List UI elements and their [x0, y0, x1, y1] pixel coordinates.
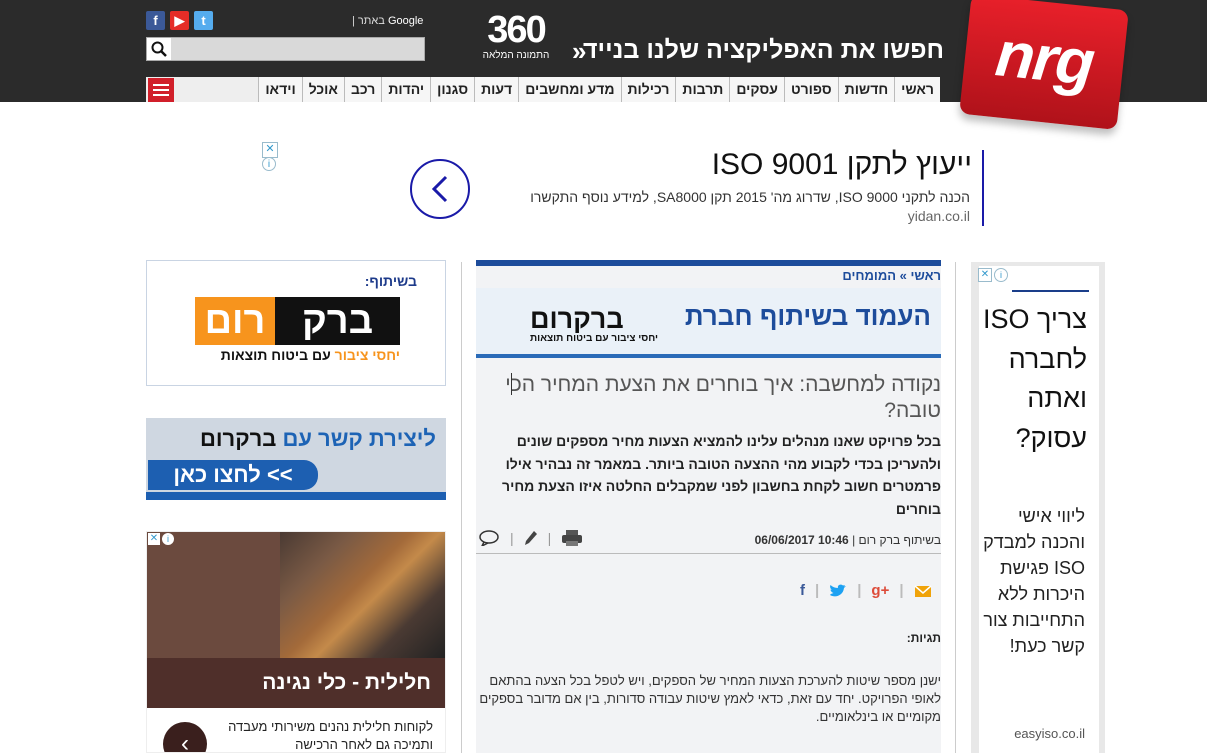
ad-divider: [982, 150, 984, 226]
logo-360-text: 360: [487, 9, 546, 51]
nav-item-video[interactable]: וידאו: [258, 77, 302, 102]
ad-close-icon[interactable]: ✕: [148, 533, 160, 545]
barkrom-tagline-orange: יחסי ציבור: [334, 347, 400, 363]
barkrom-tagline: יחסי ציבור עם ביטוח תוצאות: [195, 347, 400, 363]
contact-lead: ליצירת קשר עם: [282, 426, 436, 451]
article-date: 10:46 06/06/2017: [754, 533, 849, 547]
meta-separator: |: [848, 533, 859, 547]
ad-close-icon[interactable]: ✕: [262, 142, 278, 158]
youtube-icon[interactable]: ▶: [170, 11, 189, 30]
chevron-left-icon[interactable]: ‹: [163, 722, 207, 752]
article-summary: בכל פרויקט שאנו מנהלים עלינו להמציא הצעו…: [502, 433, 941, 517]
guitar-ad-text: לקוחות חלילית נהנים משירותי מעבדה ותמיכה…: [228, 719, 433, 752]
ad-color-block: [147, 532, 280, 658]
search-input[interactable]: [146, 37, 425, 61]
breadcrumb[interactable]: ראשי » המומחים: [476, 268, 941, 283]
ad-close-icon[interactable]: ✕: [978, 268, 992, 282]
nav-item-judaism[interactable]: יהדות: [381, 77, 431, 102]
barkrom-banner[interactable]: בשיתוף: רום ברק יחסי ציבור עם ביטוח תוצא…: [146, 260, 446, 386]
ad-info-icon[interactable]: i: [994, 268, 1008, 282]
main-nav: ראשי חדשות ספורט עסקים תרבות רכילות מדע …: [146, 77, 940, 102]
nav-item-science[interactable]: מדע ומחשבים: [518, 77, 621, 102]
ad-info-icon[interactable]: i: [162, 533, 174, 545]
nav-item-news[interactable]: חדשות: [837, 77, 895, 102]
facebook-share-icon[interactable]: f: [800, 582, 805, 599]
guitar-store-image: [280, 532, 445, 658]
collab-label: בשיתוף:: [364, 273, 417, 289]
barkrom-logo: רום ברק: [195, 297, 400, 345]
article-author: בשיתוף ברק רום: [858, 533, 941, 547]
column-divider: [461, 262, 462, 753]
contact-banner-strip: [146, 492, 446, 500]
google-label: Google: [387, 15, 424, 27]
text-cursor: [511, 373, 512, 395]
article-tools: | |: [478, 529, 583, 547]
email-share-icon[interactable]: [914, 584, 932, 598]
article-body: ישנן מספר שיטות להערכת הצעות המחיר של הס…: [479, 673, 941, 724]
nav-item-sport[interactable]: ספורט: [783, 77, 838, 102]
right-ad-url[interactable]: easyiso.co.il: [981, 726, 1085, 741]
ad-info-icon[interactable]: i: [262, 157, 276, 171]
right-ad-rule: [1012, 290, 1089, 292]
google-scope-label: | באתר: [352, 15, 385, 27]
barkrom-tagline-dark: עם ביטוח תוצאות: [220, 347, 335, 363]
ad-description: הכנה לתקני ISO 9000, שדרוג מה' 2015 תקן …: [530, 189, 970, 205]
barkrom-logo-orange: רום: [195, 297, 275, 345]
contact-button[interactable]: לחצו כאן <<: [148, 460, 318, 490]
pencil-icon[interactable]: [524, 530, 538, 546]
chevron-left-icon: [431, 175, 448, 203]
nrg-logo[interactable]: nrg: [959, 0, 1129, 130]
editorial-logo[interactable]: ברקרום: [530, 304, 624, 335]
print-icon[interactable]: [561, 529, 583, 547]
share-bar: f | | g+ |: [800, 582, 932, 599]
article-meta: בשיתוף ברק רום | 10:46 06/06/2017 | |: [476, 527, 941, 554]
hamburger-menu-icon[interactable]: [148, 78, 174, 102]
social-links: f ▶ t: [146, 11, 213, 31]
barkrom-logo-dark: ברק: [275, 297, 400, 345]
nav-item-style[interactable]: סגנון: [430, 77, 475, 102]
nrg-logo-text: nrg: [992, 17, 1097, 99]
facebook-icon[interactable]: f: [146, 11, 165, 30]
column-divider: [955, 262, 956, 753]
nav-item-food[interactable]: אוכל: [301, 77, 344, 102]
comment-icon[interactable]: [478, 530, 500, 546]
ad-title[interactable]: ייעוץ לתקן ISO 9001: [600, 148, 972, 182]
nav-item-culture[interactable]: תרבות: [675, 77, 730, 102]
logo-360[interactable]: 360 התמונה המלאה: [482, 10, 550, 72]
search-button[interactable]: [147, 38, 171, 60]
guitar-ad[interactable]: חלילית - כלי נגינה לקוחות חלילית נהנים מ…: [146, 531, 446, 753]
nav-item-opinions[interactable]: דעות: [474, 77, 519, 102]
nav-item-business[interactable]: עסקים: [729, 77, 784, 102]
app-promo[interactable]: חפשו את האפליקציה שלנו בנייד: [572, 36, 944, 70]
google-search-label: | באתר Google: [352, 15, 423, 27]
contact-text: ליצירת קשר עם ברקרום: [154, 426, 436, 452]
contact-brand: ברקרום: [200, 426, 277, 451]
logo-360-caption: התמונה המלאה: [482, 50, 550, 61]
ad-arrow-button[interactable]: [410, 159, 470, 219]
article-byline: בשיתוף ברק רום | 10:46 06/06/2017: [755, 533, 941, 547]
editorial-logo-sub: יחסי ציבור עם ביטוח תוצאות: [530, 333, 659, 344]
nav-item-cars[interactable]: רכב: [343, 77, 382, 102]
guitar-ad-title[interactable]: חלילית - כלי נגינה: [147, 658, 445, 708]
twitter-share-icon[interactable]: [829, 584, 847, 598]
search-icon: [151, 41, 167, 57]
right-ad-title[interactable]: צריך ISO לחברה ואתה עסוק?: [981, 300, 1087, 458]
tags-label: תגיות:: [906, 631, 941, 645]
nav-item-home[interactable]: ראשי: [894, 77, 940, 102]
twitter-icon[interactable]: t: [194, 11, 213, 30]
article-headline: נקודה למחשבה: איך בוחרים את הצעת המחיר ה…: [505, 373, 941, 422]
google-plus-share-icon[interactable]: g+: [871, 582, 889, 599]
contact-banner[interactable]: ליצירת קשר עם ברקרום לחצו כאן <<: [146, 418, 446, 500]
right-ad-text: ליווי אישי והכנה למבדק ISO פגישת היכרות …: [983, 506, 1085, 656]
nav-item-gossip[interactable]: רכילות: [620, 77, 676, 102]
ad-url[interactable]: yidan.co.il: [700, 208, 970, 224]
